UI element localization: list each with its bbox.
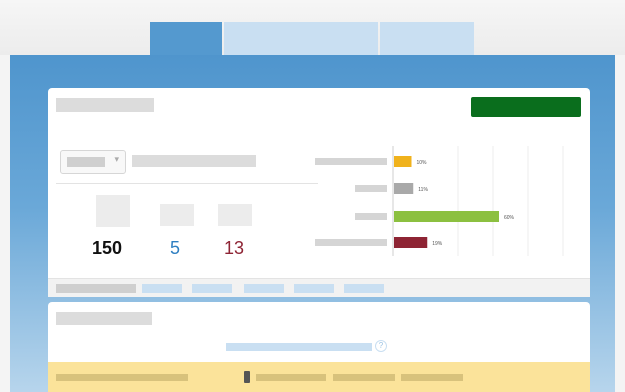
chart-data-label: 19% (432, 241, 443, 247)
chart-bar (394, 156, 412, 167)
chart-data-label: 10% (417, 160, 428, 166)
question-circle-icon[interactable]: ? (375, 340, 387, 352)
stat-alert-value: 13 (224, 238, 245, 258)
detail-card: ? (48, 302, 590, 392)
distribution-bar-chart: 10% 11% 60% 19% (315, 146, 564, 256)
warning-detail (333, 374, 395, 381)
footer-tab[interactable] (244, 284, 284, 293)
warning-detail (256, 374, 326, 381)
card-footer-tabs (48, 278, 590, 297)
summary-card: ▾ 150 5 13 10% 11% 60% 19% (48, 88, 590, 297)
detail-card-title (56, 312, 152, 325)
phone-icon (244, 371, 250, 383)
chart-bar (394, 237, 428, 248)
chart-data-label: 60% (504, 215, 515, 221)
top-navigation (0, 0, 625, 55)
chevron-down-icon: ▾ (114, 154, 119, 164)
primary-action-button[interactable] (471, 97, 581, 117)
stat-total-value: 150 (92, 238, 123, 258)
warning-detail (401, 374, 463, 381)
chart-category-label (315, 158, 387, 165)
detail-link[interactable] (226, 343, 372, 351)
stat-icon-total (96, 195, 130, 227)
chart-category-label (355, 185, 387, 192)
stat-info-value: 5 (170, 238, 181, 258)
divider (56, 183, 318, 184)
warning-text (56, 374, 188, 381)
chart-bar (394, 211, 499, 222)
footer-tab[interactable] (344, 284, 384, 293)
chart-category-label (315, 239, 387, 246)
chart-category-label (355, 213, 387, 220)
chart-bar (394, 183, 414, 194)
filter-dropdown[interactable]: ▾ (60, 150, 126, 174)
tab-tertiary[interactable] (380, 22, 474, 55)
footer-tab[interactable] (294, 284, 334, 293)
tab-secondary[interactable] (224, 22, 378, 55)
footer-tab-active[interactable] (56, 284, 136, 293)
stat-icon-alert (218, 204, 252, 226)
filter-caption (132, 155, 256, 167)
warning-strip (48, 362, 590, 392)
app-window: ▾ 150 5 13 10% 11% 60% 19% ? (0, 0, 625, 392)
stat-icon-info (160, 204, 194, 226)
card-title (56, 98, 154, 112)
footer-tab[interactable] (142, 284, 182, 293)
footer-tab[interactable] (192, 284, 232, 293)
filter-selected-value (67, 157, 105, 167)
chart-data-label: 11% (418, 187, 428, 193)
tab-primary[interactable] (150, 22, 222, 55)
